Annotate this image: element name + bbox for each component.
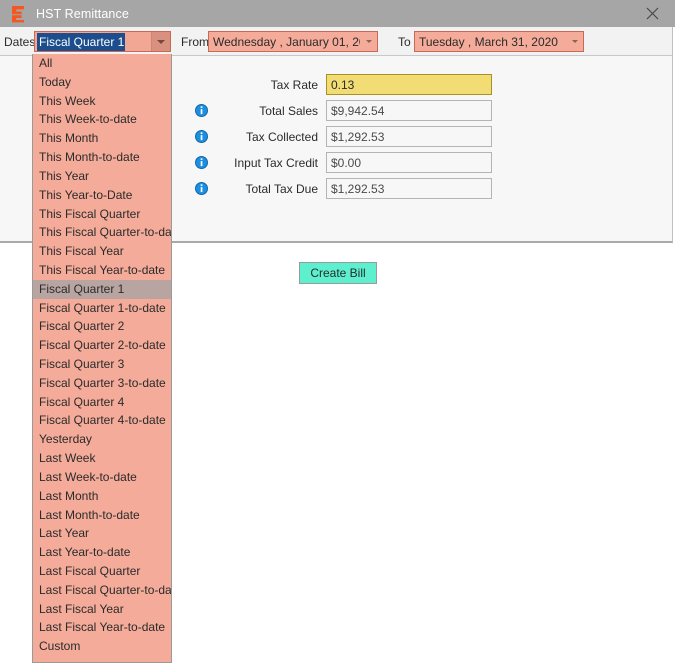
dropdown-item[interactable]: Fiscal Quarter 3-to-date — [33, 374, 171, 393]
dropdown-item[interactable]: This Year — [33, 167, 171, 186]
form-row: Input Tax Credit — [195, 152, 492, 173]
dropdown-item[interactable]: This Fiscal Quarter-to-date — [33, 223, 171, 242]
dates-combobox[interactable]: Fiscal Quarter 1 — [34, 31, 171, 52]
field-input[interactable] — [326, 126, 492, 147]
dropdown-item[interactable]: Fiscal Quarter 1-to-date — [33, 299, 171, 318]
dates-dropdown-list[interactable]: All Today This Week This Week-to-date This M… — [32, 54, 172, 663]
field-label: Total Sales — [259, 103, 318, 118]
dropdown-item[interactable]: This Fiscal Year-to-date — [33, 261, 171, 280]
form-row: Tax Rate — [195, 74, 492, 95]
dropdown-item[interactable]: Yesterday — [33, 430, 171, 449]
dropdown-item[interactable]: Fiscal Quarter 2 — [33, 317, 171, 336]
form-row: Tax Collected — [195, 126, 492, 147]
field-input[interactable] — [326, 100, 492, 121]
dropdown-item[interactable]: This Fiscal Year — [33, 242, 171, 261]
dates-label: Dates — [4, 35, 36, 49]
create-bill-button[interactable]: Create Bill — [299, 262, 377, 284]
close-icon[interactable] — [629, 0, 675, 26]
dropdown-item[interactable]: Last Week — [33, 449, 171, 468]
dropdown-item[interactable]: Last Year — [33, 524, 171, 543]
dropdown-item[interactable]: Fiscal Quarter 4-to-date — [33, 411, 171, 430]
dropdown-item[interactable]: Fiscal Quarter 1 — [33, 279, 171, 299]
dropdown-item[interactable]: This Week — [33, 92, 171, 111]
chevron-down-icon[interactable] — [566, 32, 583, 51]
dropdown-item[interactable]: Fiscal Quarter 3 — [33, 355, 171, 374]
dropdown-item[interactable]: This Week-to-date — [33, 110, 171, 129]
window-title: HST Remittance — [36, 6, 129, 21]
info-icon-placeholder — [195, 78, 208, 91]
field-input[interactable] — [326, 74, 492, 95]
field-input[interactable] — [326, 178, 492, 199]
dropdown-item[interactable]: Custom — [33, 637, 171, 656]
dropdown-item[interactable]: All — [33, 54, 171, 73]
dropdown-item[interactable]: Today — [33, 73, 171, 92]
dropdown-item[interactable]: Last Week-to-date — [33, 468, 171, 487]
to-date-picker[interactable]: Tuesday , March 31, 2020 — [414, 31, 584, 52]
dropdown-item[interactable]: Last Fiscal Year-to-date — [33, 618, 171, 637]
form-row: Total Tax Due — [195, 178, 492, 199]
dropdown-item[interactable]: This Year-to-Date — [33, 186, 171, 205]
dates-combobox-value: Fiscal Quarter 1 — [37, 32, 126, 51]
info-icon[interactable] — [195, 104, 208, 117]
chevron-down-icon[interactable] — [151, 32, 170, 51]
dropdown-item[interactable]: This Fiscal Quarter — [33, 205, 171, 224]
dropdown-item[interactable]: Last Fiscal Quarter — [33, 562, 171, 581]
from-date-picker[interactable]: Wednesday , January 01, 2020 — [208, 31, 378, 52]
orange-brand-logo-icon — [9, 5, 27, 23]
from-date-value: Wednesday , January 01, 2020 — [213, 34, 360, 49]
dropdown-item[interactable]: Last Fiscal Quarter-to-date — [33, 581, 171, 600]
dropdown-item[interactable]: This Month-to-date — [33, 148, 171, 167]
to-date-value: Tuesday , March 31, 2020 — [419, 34, 558, 49]
field-label: Total Tax Due — [245, 181, 319, 196]
dropdown-item[interactable]: Last Month-to-date — [33, 506, 171, 525]
window-titlebar: HST Remittance — [0, 0, 675, 27]
dropdown-item[interactable]: Last Month — [33, 487, 171, 506]
field-label: Input Tax Credit — [234, 155, 318, 170]
dropdown-item[interactable]: This Month — [33, 129, 171, 148]
dropdown-item[interactable]: Last Year-to-date — [33, 543, 171, 562]
info-icon[interactable] — [195, 156, 208, 169]
field-label: Tax Rate — [270, 77, 318, 92]
field-input[interactable] — [326, 152, 492, 173]
from-label: From — [181, 35, 209, 49]
dropdown-item[interactable]: Last Fiscal Year — [33, 600, 171, 619]
to-label: To — [398, 35, 411, 49]
form-row: Total Sales — [195, 100, 492, 121]
dropdown-item[interactable]: Fiscal Quarter 2-to-date — [33, 336, 171, 355]
info-icon[interactable] — [195, 182, 208, 195]
field-label: Tax Collected — [245, 129, 318, 144]
info-icon[interactable] — [195, 130, 208, 143]
dropdown-item[interactable]: Fiscal Quarter 4 — [33, 393, 171, 412]
dates-toolbar: Dates Fiscal Quarter 1 From Wednesday , … — [0, 27, 673, 56]
chevron-down-icon[interactable] — [360, 32, 377, 51]
